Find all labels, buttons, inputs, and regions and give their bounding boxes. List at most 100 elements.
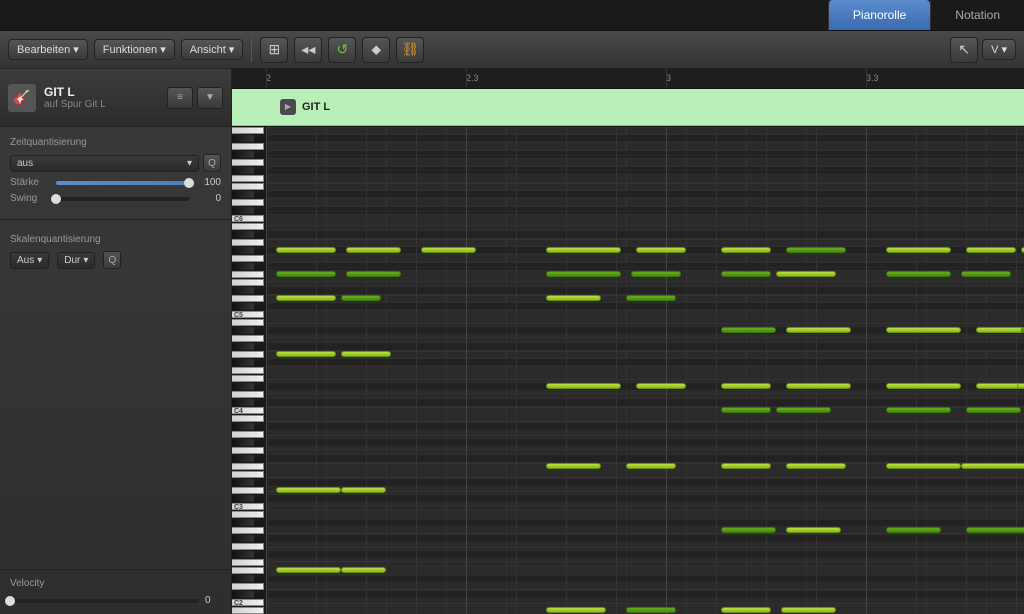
midi-note[interactable]	[276, 295, 336, 301]
midi-note[interactable]	[346, 247, 401, 253]
q-button[interactable]: Q	[203, 154, 221, 172]
midi-note[interactable]	[781, 607, 836, 613]
track-arrow-btn[interactable]: ▼	[197, 87, 223, 109]
midi-note[interactable]	[626, 607, 676, 613]
track-header: 🎸 GIT L auf Spur Git L ≡ ▼	[0, 69, 231, 127]
v-dropdown[interactable]: V ▾	[982, 39, 1016, 60]
midi-note[interactable]	[636, 383, 686, 389]
zeitquantisierung-section: Zeitquantisierung aus ▾ Q Stärke 100 Swi…	[0, 127, 231, 215]
midi-note[interactable]	[276, 351, 336, 357]
midi-note[interactable]	[546, 607, 606, 613]
swing-row: Swing 0	[10, 193, 221, 204]
midi-note[interactable]	[341, 295, 381, 301]
snap-icon-btn[interactable]: ⊞	[260, 37, 288, 63]
loop-icon-btn[interactable]: ↺	[328, 37, 356, 63]
swing-value: 0	[193, 193, 221, 204]
funktionen-menu[interactable]: Funktionen ▾	[94, 39, 175, 60]
chevron-down-icon: ▾	[73, 43, 79, 56]
midi-note[interactable]	[966, 247, 1016, 253]
midi-note[interactable]	[721, 607, 771, 613]
skalen-q-button[interactable]: Q	[103, 251, 121, 269]
region-label-bar: ▶ GIT L	[232, 89, 1024, 126]
midi-note[interactable]	[886, 527, 941, 533]
skalen-dropdown2[interactable]: Dur ▾	[57, 252, 95, 269]
midi-note[interactable]	[626, 463, 676, 469]
staerke-slider[interactable]	[56, 181, 189, 185]
velocity-slider[interactable]	[10, 599, 199, 603]
midi-note[interactable]	[276, 567, 341, 573]
midi-note[interactable]	[276, 271, 336, 277]
midi-note[interactable]	[346, 271, 401, 277]
midi-note[interactable]	[546, 463, 601, 469]
track-info: GIT L auf Spur Git L	[44, 85, 167, 110]
tab-pianorolle[interactable]: Pianorolle	[828, 0, 930, 30]
timeline-ruler: 2 2.3 3 3.3 4	[232, 69, 1024, 89]
midi-note[interactable]	[721, 383, 771, 389]
midi-note[interactable]	[776, 271, 836, 277]
midi-note[interactable]	[721, 463, 771, 469]
ruler-mark-33: 3.3	[866, 73, 879, 83]
midi-note[interactable]	[786, 527, 841, 533]
midi-note[interactable]	[786, 463, 846, 469]
chevron-down-icon: ▾	[1001, 43, 1007, 56]
rewind-icon-btn[interactable]: ◂◂	[294, 37, 322, 63]
swing-slider[interactable]	[56, 197, 189, 201]
bearbeiten-menu[interactable]: Bearbeiten ▾	[8, 39, 88, 60]
midi-note[interactable]	[786, 327, 851, 333]
main-area: 🎸 GIT L auf Spur Git L ≡ ▼ Zeitquantisie…	[0, 69, 1024, 614]
midi-note[interactable]	[341, 487, 386, 493]
capture-icon-btn[interactable]: ⬥	[362, 37, 390, 63]
ansicht-menu[interactable]: Ansicht ▾	[181, 39, 244, 60]
midi-note[interactable]	[546, 247, 621, 253]
chevron-down-icon: ▾	[229, 43, 235, 56]
midi-note[interactable]	[721, 407, 771, 413]
link-icon-btn[interactable]: ⛓	[396, 37, 424, 63]
midi-note[interactable]	[786, 383, 851, 389]
midi-note[interactable]	[721, 527, 776, 533]
divider	[0, 219, 231, 220]
tab-bar: Pianorolle Notation	[0, 0, 1024, 31]
midi-note[interactable]	[886, 383, 961, 389]
midi-note[interactable]	[886, 247, 951, 253]
skalenquantisierung-title: Skalenquantisierung	[10, 234, 221, 245]
velocity-title: Velocity	[10, 578, 221, 589]
midi-note[interactable]	[636, 247, 686, 253]
midi-note[interactable]	[546, 295, 601, 301]
ruler-mark-23: 2.3	[466, 73, 479, 83]
track-config-btn[interactable]: ≡	[167, 87, 193, 109]
midi-note[interactable]	[1017, 383, 1024, 389]
midi-note[interactable]	[886, 271, 951, 277]
midi-note[interactable]	[966, 527, 1024, 533]
velocity-section: Velocity 0	[0, 569, 231, 614]
midi-note[interactable]	[626, 295, 676, 301]
midi-note[interactable]	[776, 407, 831, 413]
region-play-button[interactable]: ▶	[280, 99, 296, 115]
midi-note[interactable]	[341, 351, 391, 357]
cursor-icon-btn[interactable]: ↖	[950, 37, 978, 63]
tab-notation[interactable]: Notation	[930, 0, 1024, 30]
midi-note[interactable]	[546, 271, 621, 277]
midi-note[interactable]	[721, 271, 771, 277]
midi-note[interactable]	[886, 407, 951, 413]
region-name: GIT L	[302, 101, 330, 113]
staerke-value: 100	[193, 177, 221, 188]
midi-note[interactable]	[886, 327, 961, 333]
midi-note[interactable]	[276, 247, 336, 253]
midi-note[interactable]	[961, 463, 1024, 469]
skalen-dropdown1[interactable]: Aus ▾	[10, 252, 49, 269]
midi-note[interactable]	[276, 487, 341, 493]
chevron-down-icon: ▾	[160, 43, 166, 56]
midi-note[interactable]	[976, 327, 1024, 333]
midi-note[interactable]	[721, 247, 771, 253]
midi-note[interactable]	[961, 271, 1011, 277]
midi-note[interactable]	[631, 271, 681, 277]
chevron-down-icon: ▾	[83, 255, 88, 266]
midi-note[interactable]	[546, 383, 621, 389]
quantize-dropdown[interactable]: aus ▾	[10, 155, 199, 172]
midi-note[interactable]	[786, 247, 846, 253]
midi-note[interactable]	[886, 463, 961, 469]
midi-note[interactable]	[721, 327, 776, 333]
midi-note[interactable]	[421, 247, 476, 253]
midi-note[interactable]	[341, 567, 386, 573]
midi-note[interactable]	[966, 407, 1021, 413]
